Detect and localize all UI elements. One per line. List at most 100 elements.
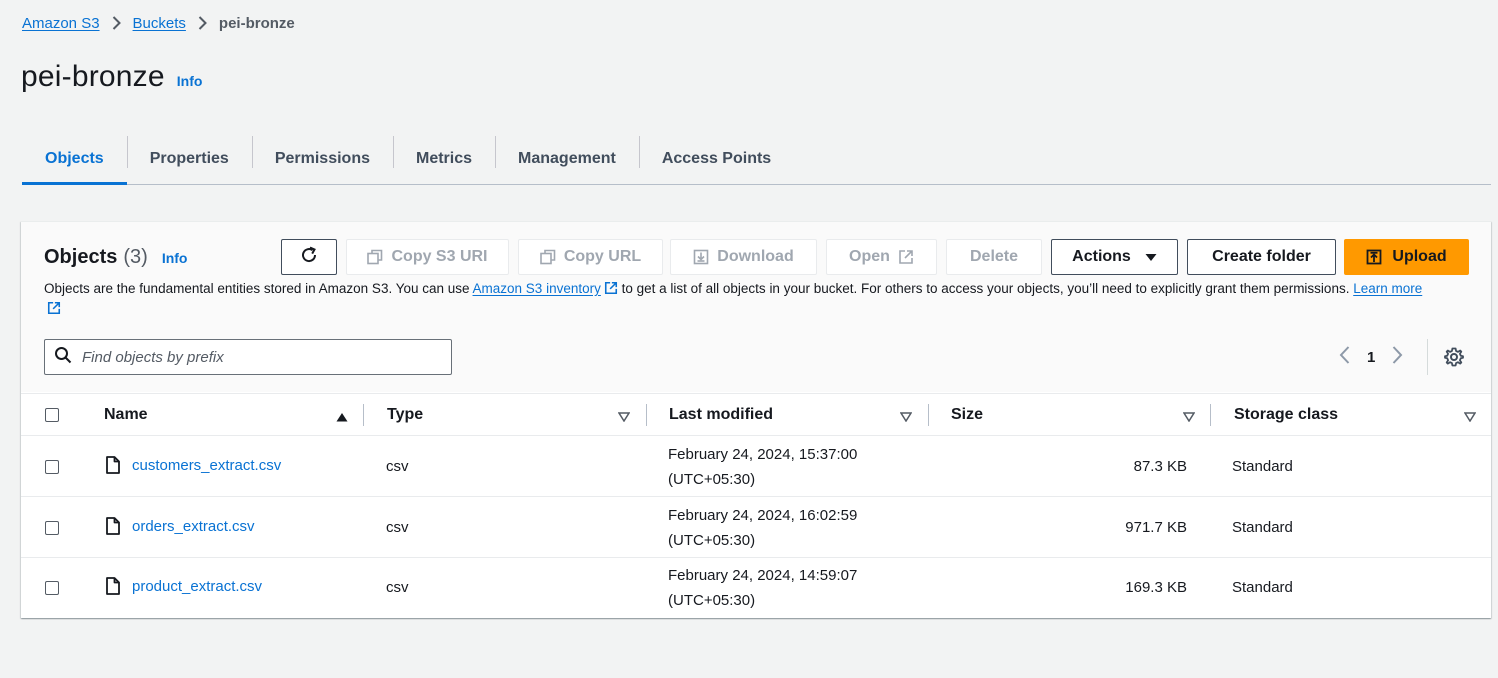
column-divider bbox=[363, 404, 364, 426]
object-last-modified: February 24, 2024, 16:02:59 (UTC+05:30) bbox=[668, 503, 857, 553]
last-modified-date: February 24, 2024, 16:02:59 bbox=[668, 507, 858, 524]
sort-caret-icon[interactable] bbox=[1463, 409, 1477, 427]
breadcrumb-link-buckets[interactable]: Buckets bbox=[133, 15, 186, 32]
info-link[interactable]: Info bbox=[177, 73, 203, 89]
row-checkbox[interactable] bbox=[45, 521, 59, 535]
column-divider bbox=[1210, 404, 1211, 426]
copy-icon bbox=[540, 249, 556, 265]
breadcrumb-current: pei-bronze bbox=[218, 14, 295, 32]
object-size: 87.3 KB bbox=[1133, 458, 1187, 475]
copy-s3-uri-button[interactable]: Copy S3 URI bbox=[346, 239, 509, 275]
search-input[interactable] bbox=[80, 347, 420, 367]
chevron-right-icon[interactable] bbox=[1392, 346, 1403, 369]
object-name-link[interactable]: orders_extract.csv bbox=[132, 518, 255, 535]
delete-button[interactable]: Delete bbox=[946, 239, 1042, 275]
object-type: csv bbox=[386, 579, 409, 596]
tab-properties[interactable]: Properties bbox=[126, 134, 252, 184]
object-storage-class: Standard bbox=[1232, 458, 1293, 475]
file-icon bbox=[106, 577, 120, 595]
download-button[interactable]: Download bbox=[670, 239, 817, 275]
actions-dropdown-button[interactable]: Actions bbox=[1051, 239, 1178, 275]
tab-metrics[interactable]: Metrics bbox=[392, 134, 495, 184]
table-header: Name Type Last modified Size Storage cla… bbox=[21, 393, 1491, 436]
sort-caret-icon[interactable] bbox=[899, 409, 913, 427]
objects-info-link[interactable]: Info bbox=[162, 250, 188, 266]
tab-access-points[interactable]: Access Points bbox=[638, 134, 794, 184]
row-checkbox[interactable] bbox=[45, 581, 59, 595]
object-last-modified: February 24, 2024, 15:37:00 (UTC+05:30) bbox=[668, 442, 857, 492]
tab-permissions[interactable]: Permissions bbox=[251, 134, 393, 184]
caret-down-icon bbox=[1145, 253, 1157, 262]
open-label: Open bbox=[849, 248, 890, 265]
object-last-modified: February 24, 2024, 14:59:07 (UTC+05:30) bbox=[668, 563, 857, 613]
last-modified-timezone: (UTC+05:30) bbox=[668, 592, 756, 609]
column-header-storage-class[interactable]: Storage class bbox=[1234, 394, 1338, 436]
search-field[interactable] bbox=[44, 339, 452, 375]
sort-caret-icon[interactable] bbox=[1182, 409, 1196, 427]
tab-list: Objects Properties Permissions Metrics M… bbox=[22, 134, 1491, 185]
create-folder-label: Create folder bbox=[1212, 248, 1311, 265]
external-link-icon bbox=[898, 249, 914, 265]
s3-inventory-link[interactable]: Amazon S3 inventory bbox=[473, 281, 618, 296]
column-header-last-modified[interactable]: Last modified bbox=[669, 394, 773, 436]
chevron-left-icon[interactable] bbox=[1339, 346, 1350, 369]
column-header-size[interactable]: Size bbox=[951, 394, 983, 436]
page-header: pei-bronze Info bbox=[21, 60, 202, 94]
upload-icon bbox=[1366, 249, 1382, 265]
delete-label: Delete bbox=[969, 248, 1019, 265]
copy-icon bbox=[367, 249, 383, 265]
panel-description: Objects are the fundamental entities sto… bbox=[44, 280, 1434, 320]
create-folder-button[interactable]: Create folder bbox=[1187, 239, 1336, 275]
object-name-cell: product_extract.csv bbox=[106, 577, 262, 595]
actions-label: Actions bbox=[1072, 248, 1131, 265]
pagination: 1 bbox=[1339, 346, 1403, 369]
tab-management[interactable]: Management bbox=[495, 134, 639, 184]
file-icon bbox=[106, 517, 120, 535]
external-link-icon bbox=[604, 281, 618, 300]
download-label: Download bbox=[717, 248, 794, 265]
object-size: 169.3 KB bbox=[1125, 579, 1187, 596]
description-text-2: to get a list of all objects in your buc… bbox=[617, 281, 1354, 296]
object-size: 971.7 KB bbox=[1125, 519, 1187, 536]
object-type: csv bbox=[386, 519, 409, 536]
objects-panel: Objects (3) Info Copy S3 URI Copy URL Do… bbox=[21, 221, 1491, 618]
table-row[interactable]: customers_extract.csv csv February 24, 2… bbox=[21, 437, 1491, 497]
copy-url-button[interactable]: Copy URL bbox=[518, 239, 663, 275]
upload-button[interactable]: Upload bbox=[1344, 239, 1469, 275]
breadcrumb-link-amazon-s3[interactable]: Amazon S3 bbox=[22, 15, 100, 32]
open-button[interactable]: Open bbox=[826, 239, 937, 275]
sort-ascending-icon[interactable] bbox=[336, 409, 348, 427]
table-row[interactable]: orders_extract.csv csv February 24, 2024… bbox=[21, 498, 1491, 558]
tab-objects[interactable]: Objects bbox=[22, 134, 127, 185]
column-header-name[interactable]: Name bbox=[104, 394, 148, 436]
chevron-right-icon bbox=[198, 16, 207, 30]
description-text-1: Objects are the fundamental entities sto… bbox=[44, 281, 473, 296]
row-checkbox[interactable] bbox=[45, 460, 59, 474]
copy-s3-uri-label: Copy S3 URI bbox=[391, 248, 488, 265]
panel-title: Objects (3) Info bbox=[44, 246, 187, 269]
select-all-checkbox[interactable] bbox=[45, 408, 59, 422]
object-name-link[interactable]: customers_extract.csv bbox=[132, 457, 281, 474]
gear-icon[interactable] bbox=[1443, 346, 1465, 373]
object-name-cell: customers_extract.csv bbox=[106, 456, 281, 474]
download-icon bbox=[693, 249, 709, 265]
search-icon bbox=[54, 346, 72, 369]
divider bbox=[1427, 339, 1428, 375]
refresh-icon bbox=[299, 245, 319, 270]
last-modified-date: February 24, 2024, 15:37:00 bbox=[668, 446, 858, 463]
panel-heading: Objects bbox=[44, 246, 118, 268]
last-modified-date: February 24, 2024, 14:59:07 bbox=[668, 567, 858, 584]
sort-caret-icon[interactable] bbox=[617, 409, 631, 427]
refresh-button[interactable] bbox=[281, 239, 337, 275]
page-number[interactable]: 1 bbox=[1367, 349, 1375, 366]
column-divider bbox=[928, 404, 929, 426]
upload-label: Upload bbox=[1392, 248, 1447, 265]
page-title: pei-bronze bbox=[21, 60, 165, 93]
copy-url-label: Copy URL bbox=[563, 248, 642, 265]
table-row[interactable]: product_extract.csv csv February 24, 202… bbox=[21, 558, 1491, 618]
column-header-type[interactable]: Type bbox=[387, 394, 423, 436]
column-divider bbox=[646, 404, 647, 426]
object-type: csv bbox=[386, 458, 409, 475]
object-name-link[interactable]: product_extract.csv bbox=[132, 578, 262, 595]
object-name-cell: orders_extract.csv bbox=[106, 517, 255, 535]
